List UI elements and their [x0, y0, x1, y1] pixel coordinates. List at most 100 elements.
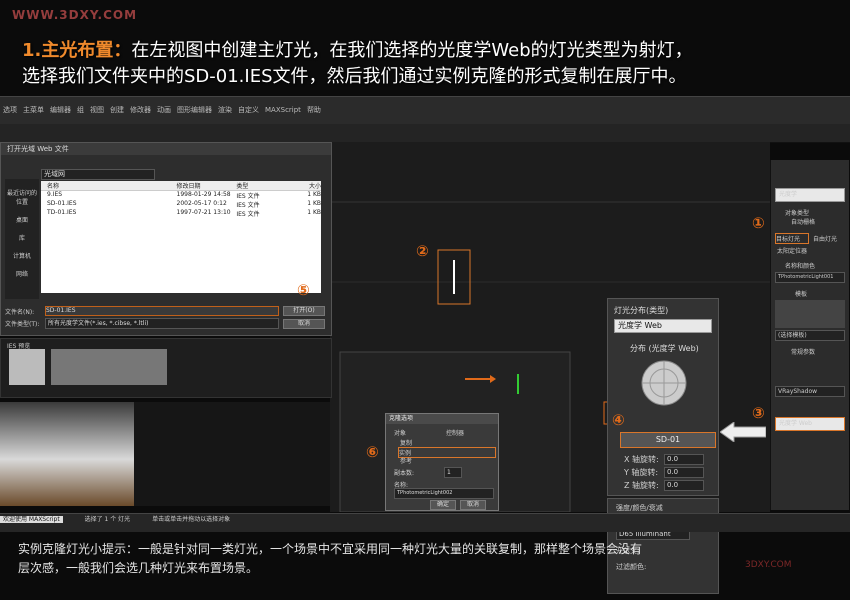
- main-toolbar: [0, 124, 850, 143]
- filename-input[interactable]: SD-01.IES: [45, 306, 279, 316]
- maxscript-listener[interactable]: 欢迎使用 MAXScript: [0, 516, 63, 523]
- x-rot-label: X 轴旋转:: [624, 455, 659, 464]
- menu-item[interactable]: 动画: [157, 106, 171, 114]
- web-diagram: [641, 360, 687, 406]
- y-rot-input[interactable]: 0.0: [664, 467, 704, 478]
- selection-status: 选择了 1 个 灯光: [84, 516, 131, 523]
- file-list: 名称 修改日期 类型 大小 9.IES 1998-01-29 14:58 IES 文件 1 …: [41, 181, 321, 293]
- marker-5: ⑤: [297, 281, 310, 299]
- prompt-status: 单击或单击并拖动以选择对象: [152, 516, 231, 523]
- clone-title: 克隆选项: [386, 414, 498, 424]
- dialog-title: 打开光域 Web 文件: [1, 143, 331, 155]
- sky-button[interactable]: 太阳定位器: [777, 246, 849, 255]
- template-label: 模板: [795, 291, 808, 298]
- preview-image: [9, 349, 45, 385]
- file-open-dialog: 打开光域 Web 文件 光域网 最近访问的位置 桌面 库 计算机 网络 名称 修改…: [0, 142, 332, 336]
- menu-item[interactable]: 视图: [90, 106, 104, 114]
- col-size[interactable]: 大小: [291, 181, 321, 190]
- pointer-arrow-icon: [720, 422, 766, 442]
- command-panel: 光度学 对象类型 自动栅格 目标灯光 自由灯光 太阳定位器 名称和颜色 TPhot…: [770, 160, 849, 510]
- template-box: [775, 300, 845, 328]
- menu-item[interactable]: 修改器: [130, 106, 151, 114]
- light-distribution-panel: 灯光分布(类型) 光度学 Web 分布 (光度学 Web) ④ SD-01 X …: [607, 298, 719, 496]
- copies-input[interactable]: 1: [444, 467, 462, 478]
- page-title: 1.主光布置：在左视图中创建主灯光，在我们选择的光度学Web的灯光类型为射灯， …: [22, 38, 842, 90]
- distribution-select[interactable]: 光度学 Web: [775, 417, 845, 431]
- auto-grid[interactable]: 自动栅格: [791, 217, 849, 226]
- general-label: 常规参数: [791, 349, 816, 356]
- clone-options-dialog: 克隆选项 对象 控制器 复制 实例 参考 副本数: 1 名称: TPhotome…: [385, 413, 499, 511]
- marker-4: ④: [612, 411, 625, 429]
- place-desktop[interactable]: 桌面: [5, 215, 39, 224]
- open-button[interactable]: 打开(O): [283, 306, 325, 316]
- marker-6: ⑥: [366, 443, 379, 461]
- clone-object-label: 对象: [394, 430, 407, 437]
- dist-type-select[interactable]: 光度学 Web: [614, 319, 712, 333]
- filetype-select[interactable]: 所有光度学文件(*.ies, *.cibse, *.ltli): [45, 318, 279, 329]
- watermark: WWW.3DXY.COM: [12, 8, 138, 22]
- z-rot-label: Z 轴旋转:: [624, 481, 659, 490]
- menu-item[interactable]: 创建: [110, 106, 124, 114]
- menu-item[interactable]: 选项: [3, 106, 17, 114]
- place-library[interactable]: 库: [5, 233, 39, 242]
- menu-item[interactable]: 自定义: [238, 106, 259, 114]
- radio-copy[interactable]: 复制: [400, 438, 412, 447]
- clone-controller-label: 控制器: [446, 430, 465, 437]
- object-name-input[interactable]: TPhotometricLight001: [775, 272, 845, 283]
- menu-item[interactable]: 主菜单: [23, 106, 44, 114]
- place-recent[interactable]: 最近访问的位置: [5, 188, 39, 206]
- menu-item[interactable]: 渲染: [218, 106, 232, 114]
- cancel-button[interactable]: 取消: [283, 319, 325, 329]
- col-date[interactable]: 修改日期: [177, 181, 237, 190]
- ies-file-button[interactable]: SD-01: [620, 432, 716, 448]
- menu-bar: 选项 主菜单 编辑器组视图 创建 修改器 动画 图形编辑器 渲染 自定义 MAXScript 帮助: [0, 96, 850, 125]
- free-light-button[interactable]: 自由灯光: [813, 234, 837, 243]
- copies-label: 副本数:: [394, 470, 415, 477]
- title-line1: 在左视图中创建主灯光，在我们选择的光度学Web的灯光类型为射灯，: [131, 40, 693, 61]
- clone-cancel-button[interactable]: 取消: [460, 500, 486, 510]
- marker-3: ③: [752, 404, 765, 422]
- filetype-label: 文件类型(T):: [5, 321, 40, 328]
- title-line2: 选择我们文件夹中的SD-01.IES文件，然后我们通过实例克隆的形式复制在展厅中…: [22, 66, 687, 87]
- render-photo: [0, 402, 134, 506]
- viewport-dark: [134, 402, 330, 506]
- name-color-label: 名称和颜色: [785, 263, 816, 270]
- marker-2: ②: [416, 242, 429, 260]
- dist-label: 分布 (光度学 Web): [630, 344, 699, 353]
- file-row[interactable]: 9.IES 1998-01-29 14:58 IES 文件 1 KB: [41, 191, 321, 200]
- object-type-label: 对象类型: [785, 210, 810, 217]
- tip-text: 实例克隆灯光小提示：一般是针对同一类灯光，一个场景中不宜采用同一种灯光大量的关联…: [18, 542, 643, 575]
- file-row[interactable]: TD-01.IES 1997-07-21 13:10 IES 文件 1 KB: [41, 209, 321, 218]
- places-bar: 最近访问的位置 桌面 库 计算机 网络: [5, 179, 39, 299]
- title-heading: 1.主光布置：: [22, 40, 132, 61]
- radio-instance[interactable]: 实例: [398, 447, 496, 458]
- z-rot-input[interactable]: 0.0: [664, 480, 704, 491]
- y-rot-label: Y 轴旋转:: [624, 468, 659, 477]
- category-select[interactable]: 光度学: [775, 188, 845, 202]
- filename-label: 文件名(N):: [5, 309, 35, 316]
- dist-type-label: 灯光分布(类型): [614, 306, 669, 315]
- target-light-button[interactable]: 目标灯光: [775, 233, 809, 244]
- watermark-2: 3DXY.COM: [745, 560, 792, 570]
- template-select[interactable]: (选择模板): [775, 330, 845, 341]
- menu-item[interactable]: 组: [77, 106, 84, 114]
- clone-name-input[interactable]: TPhotometricLight002: [394, 488, 494, 499]
- file-row[interactable]: SD-01.IES 2002-05-17 0:12 IES 文件 1 KB: [41, 200, 321, 209]
- place-network[interactable]: 网络: [5, 269, 39, 278]
- col-name[interactable]: 名称: [41, 181, 177, 190]
- menu-item[interactable]: 帮助: [307, 106, 321, 114]
- intensity-label: 强度/颜色/衰减: [616, 504, 663, 512]
- shadow-select[interactable]: VRayShadow: [775, 386, 845, 397]
- radio-reference[interactable]: 参考: [400, 456, 412, 465]
- folder-select[interactable]: 光域网: [41, 169, 155, 180]
- clone-ok-button[interactable]: 确定: [430, 500, 456, 510]
- menu-item[interactable]: MAXScript: [265, 106, 301, 114]
- marker-1: ①: [752, 214, 765, 232]
- ies-preview: IES 预览: [0, 338, 332, 398]
- menu-item[interactable]: 图形编辑器: [177, 106, 212, 114]
- col-type[interactable]: 类型: [236, 181, 291, 190]
- menu-item[interactable]: 编辑器: [50, 106, 71, 114]
- place-computer[interactable]: 计算机: [5, 251, 39, 260]
- preview-pane: [51, 349, 167, 385]
- x-rot-input[interactable]: 0.0: [664, 454, 704, 465]
